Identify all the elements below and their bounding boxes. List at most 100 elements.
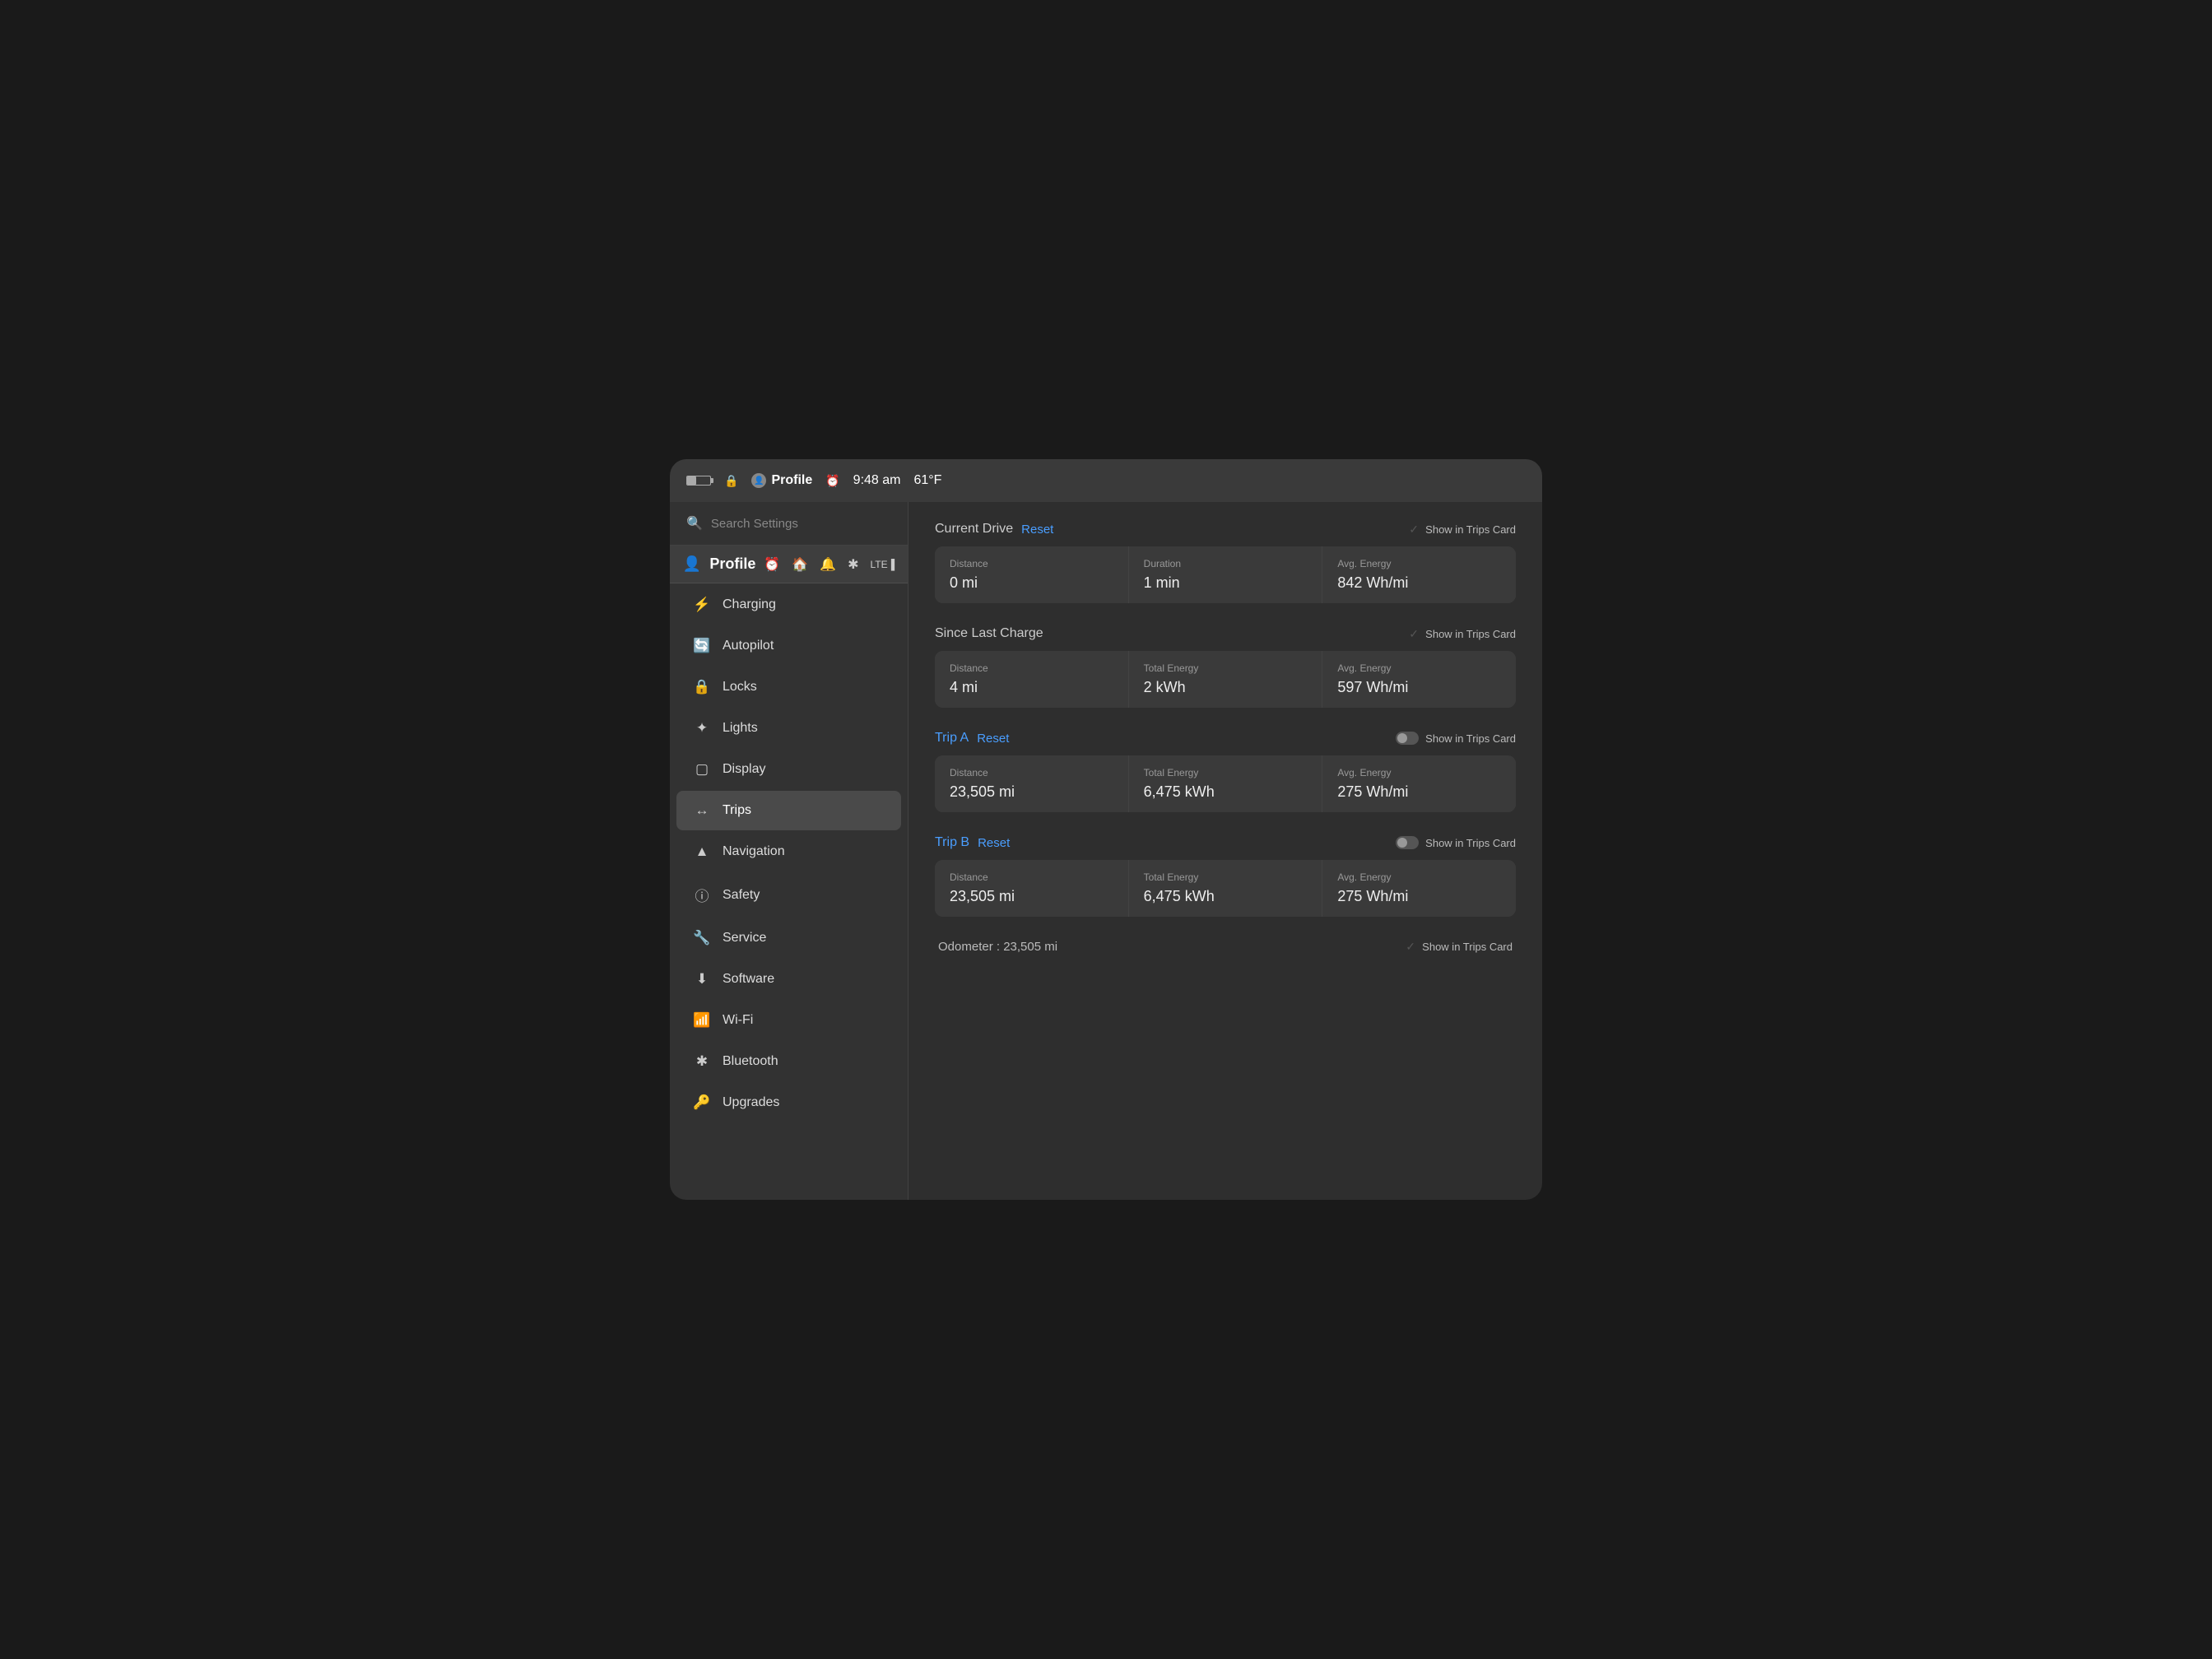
stat-label: Distance: [950, 662, 1113, 674]
locks-label: Locks: [723, 680, 757, 695]
checkmark-icon-2: ✓: [1407, 627, 1420, 640]
stat-value: 2 kWh: [1144, 679, 1308, 696]
trips-label: Trips: [723, 803, 751, 818]
stat-card: Distance 0 mi: [935, 546, 1128, 603]
service-label: Service: [723, 931, 766, 946]
navigation-icon: ▲: [693, 843, 711, 860]
sidebar-item-charging[interactable]: ⚡ Charging: [676, 585, 901, 625]
stat-label: Total Energy: [1144, 662, 1308, 674]
charging-icon: ⚡: [693, 597, 711, 613]
bluetooth-label: Bluetooth: [723, 1054, 778, 1069]
stat-card: Avg. Energy 275 Wh/mi: [1322, 860, 1516, 917]
sidebar: 🔍 👤 Profile ⏰ 🏠 🔔 ✱ LTE▐ ⚡ Charging �: [670, 502, 908, 1200]
search-icon: 🔍: [686, 515, 703, 532]
since-last-charge-header: Since Last Charge ✓ Show in Trips Card: [935, 626, 1516, 641]
lights-label: Lights: [723, 721, 758, 736]
odometer-show-trips-toggle[interactable]: ✓ Show in Trips Card: [1404, 941, 1513, 954]
current-drive-reset[interactable]: Reset: [1021, 523, 1053, 537]
stat-card: Total Energy 6,475 kWh: [1129, 860, 1322, 917]
checkmark-icon-3: ✓: [1404, 941, 1417, 954]
current-drive-title: Current Drive Reset: [935, 522, 1053, 537]
charging-label: Charging: [723, 597, 776, 612]
sidebar-item-upgrades[interactable]: 🔑 Upgrades: [676, 1083, 901, 1122]
sidebar-item-bluetooth[interactable]: ✱ Bluetooth: [676, 1042, 901, 1081]
since-last-charge-show-trips-toggle[interactable]: ✓ Show in Trips Card: [1407, 627, 1516, 640]
status-time: 9:48 am: [853, 473, 901, 488]
wifi-label: Wi-Fi: [723, 1013, 753, 1028]
stat-value: 275 Wh/mi: [1337, 783, 1501, 801]
nav-header: 👤 Profile ⏰ 🏠 🔔 ✱ LTE▐: [670, 546, 908, 583]
stat-card: Distance 23,505 mi: [935, 860, 1128, 917]
trip-a-show-trips-toggle[interactable]: Show in Trips Card: [1396, 732, 1516, 745]
navigation-label: Navigation: [723, 844, 785, 859]
autopilot-label: Autopilot: [723, 639, 774, 653]
stat-label: Avg. Energy: [1337, 767, 1501, 778]
trip-b-toggle[interactable]: [1396, 836, 1419, 849]
nav-signal-icon: LTE▐: [871, 559, 895, 570]
current-drive-show-trips-toggle[interactable]: ✓ Show in Trips Card: [1407, 523, 1516, 536]
sidebar-item-display[interactable]: ▢ Display: [676, 750, 901, 789]
search-bar[interactable]: 🔍: [670, 502, 908, 546]
sidebar-item-trips[interactable]: ↔ Trips: [676, 791, 901, 830]
sidebar-item-lights[interactable]: ✦ Lights: [676, 709, 901, 748]
trip-b-stats: Distance 23,505 mi Total Energy 6,475 kW…: [935, 860, 1516, 917]
stat-value: 597 Wh/mi: [1337, 679, 1501, 696]
stat-card: Total Energy 6,475 kWh: [1129, 755, 1322, 812]
checkmark-icon: ✓: [1407, 523, 1420, 536]
stat-value: 275 Wh/mi: [1337, 888, 1501, 905]
stat-label: Avg. Energy: [1337, 871, 1501, 883]
service-icon: 🔧: [693, 930, 711, 946]
nav-clock-icon: ⏰: [764, 556, 780, 573]
stat-value: 6,475 kWh: [1144, 888, 1308, 905]
trip-b-reset[interactable]: Reset: [978, 836, 1010, 850]
stat-value: 842 Wh/mi: [1337, 574, 1501, 592]
upgrades-icon: 🔑: [693, 1094, 711, 1111]
trip-a-stats: Distance 23,505 mi Total Energy 6,475 kW…: [935, 755, 1516, 812]
trips-icon: ↔: [693, 802, 711, 819]
nav-home-icon: 🏠: [792, 556, 808, 573]
profile-nav-icon: 👤: [683, 555, 701, 573]
stat-card: Distance 4 mi: [935, 651, 1128, 708]
search-input[interactable]: [711, 517, 891, 531]
profile-avatar-icon: 👤: [751, 473, 766, 488]
upgrades-label: Upgrades: [723, 1095, 779, 1110]
display-label: Display: [723, 762, 765, 777]
sidebar-item-software[interactable]: ⬇ Software: [676, 960, 901, 999]
current-drive-stats: Distance 0 mi Duration 1 min Avg. Energy…: [935, 546, 1516, 603]
trip-a-toggle[interactable]: [1396, 732, 1419, 745]
sidebar-item-wifi[interactable]: 📶 Wi-Fi: [676, 1001, 901, 1040]
since-last-charge-title: Since Last Charge: [935, 626, 1043, 641]
trip-b-section: Trip B Reset Show in Trips Card Distance…: [935, 835, 1516, 917]
autopilot-icon: 🔄: [693, 638, 711, 654]
trip-b-show-trips-toggle[interactable]: Show in Trips Card: [1396, 836, 1516, 849]
stat-value: 23,505 mi: [950, 888, 1113, 905]
trip-b-title: Trip B Reset: [935, 835, 1010, 850]
battery-indicator: [686, 476, 711, 486]
stat-value: 6,475 kWh: [1144, 783, 1308, 801]
safety-label: Safety: [723, 888, 760, 903]
stat-value: 4 mi: [950, 679, 1113, 696]
stat-label: Total Energy: [1144, 767, 1308, 778]
sidebar-item-autopilot[interactable]: 🔄 Autopilot: [676, 626, 901, 666]
trip-a-reset[interactable]: Reset: [977, 732, 1009, 746]
wifi-icon: 📶: [693, 1012, 711, 1029]
nav-bluetooth-icon: ✱: [848, 556, 858, 573]
stat-card: Total Energy 2 kWh: [1129, 651, 1322, 708]
stat-card: Duration 1 min: [1129, 546, 1322, 603]
stat-card: Distance 23,505 mi: [935, 755, 1128, 812]
status-temp: 61°F: [913, 473, 941, 488]
display-icon: ▢: [693, 761, 711, 778]
sidebar-item-service[interactable]: 🔧 Service: [676, 918, 901, 958]
main-content: 🔍 👤 Profile ⏰ 🏠 🔔 ✱ LTE▐ ⚡ Charging �: [670, 502, 1542, 1200]
odometer-label: Odometer : 23,505 mi: [938, 940, 1057, 954]
sidebar-item-locks[interactable]: 🔒 Locks: [676, 667, 901, 707]
stat-card: Avg. Energy 842 Wh/mi: [1322, 546, 1516, 603]
stat-card: Avg. Energy 597 Wh/mi: [1322, 651, 1516, 708]
lights-icon: ✦: [693, 720, 711, 737]
sidebar-item-navigation[interactable]: ▲ Navigation: [676, 832, 901, 871]
stat-label: Total Energy: [1144, 871, 1308, 883]
trip-a-title: Trip A Reset: [935, 731, 1009, 746]
sidebar-item-safety[interactable]: ⓘ Safety: [676, 873, 901, 917]
bluetooth-icon: ✱: [693, 1053, 711, 1070]
stat-label: Avg. Energy: [1337, 558, 1501, 569]
